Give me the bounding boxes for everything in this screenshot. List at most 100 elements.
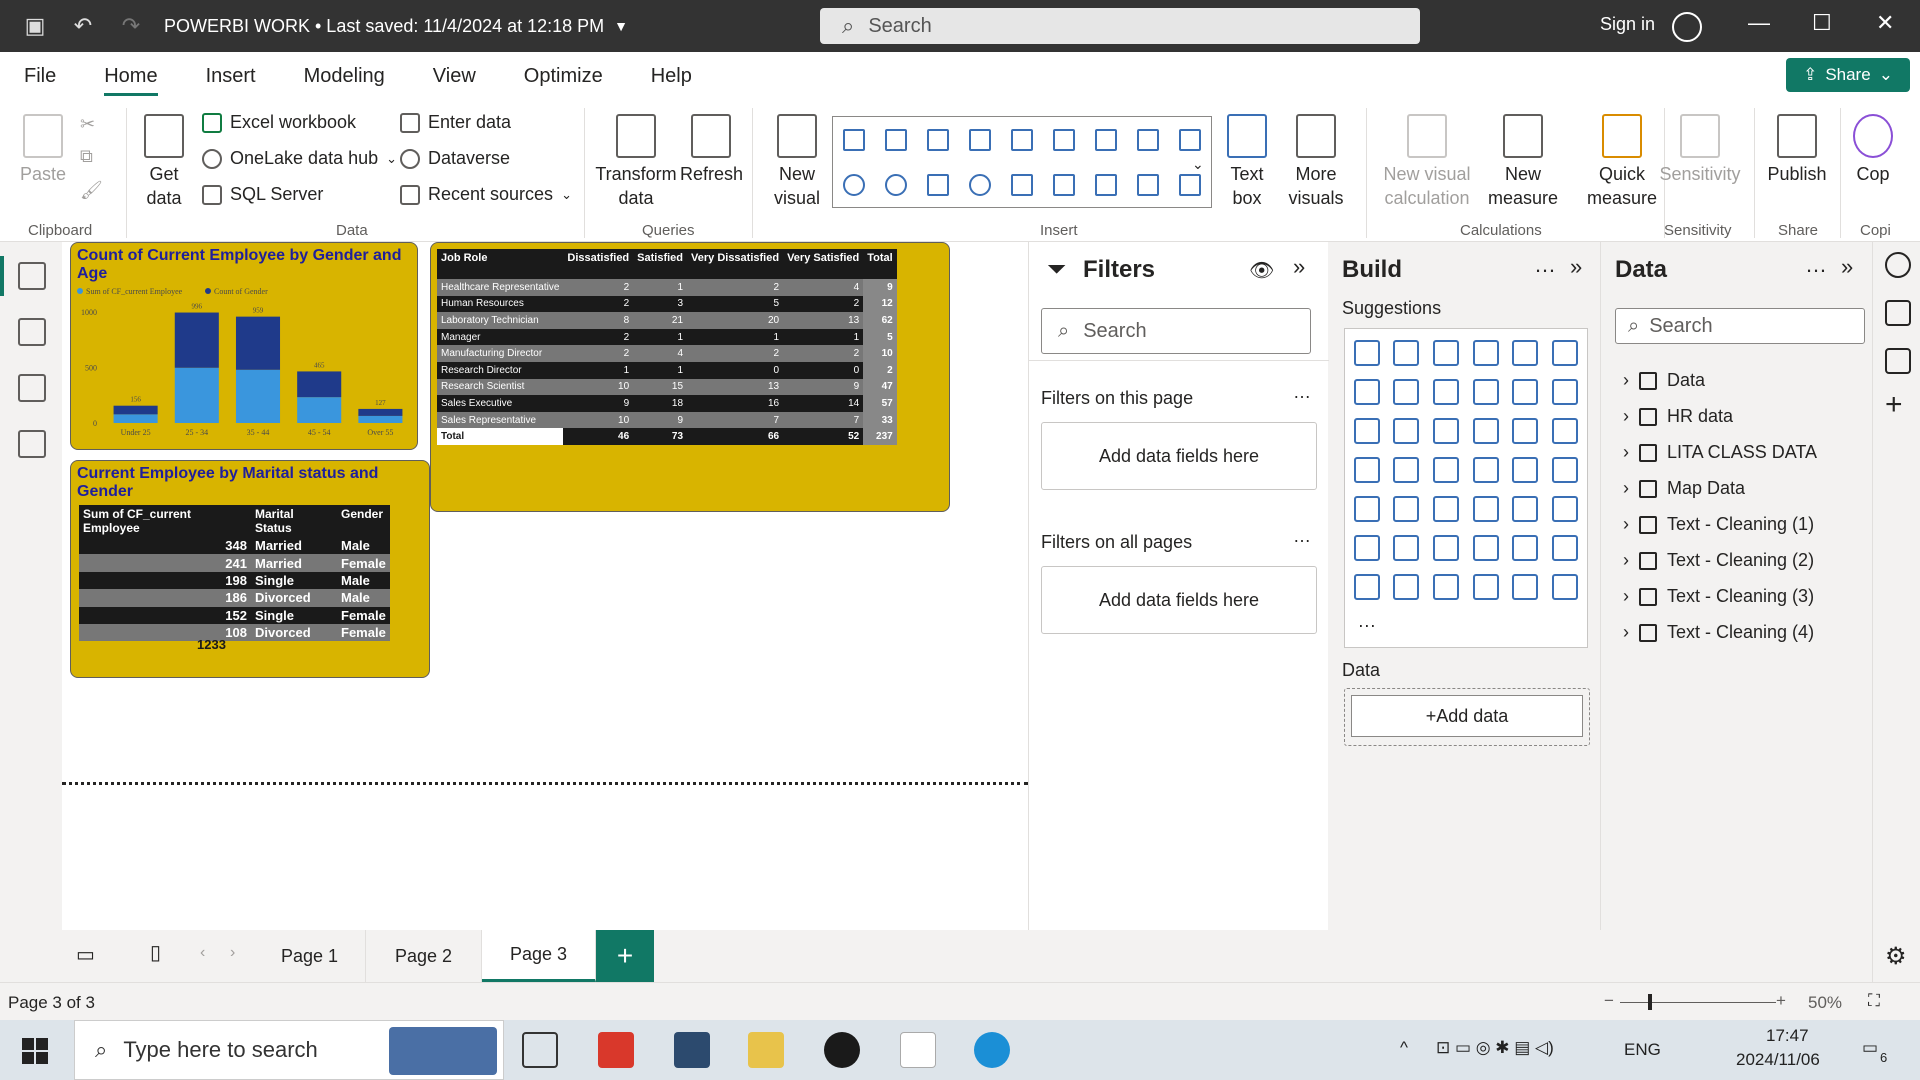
windows-start-icon[interactable] — [22, 1038, 48, 1064]
arcgis-icon[interactable] — [1472, 573, 1499, 600]
power-apps-icon[interactable] — [1393, 573, 1420, 600]
diamond-icon[interactable] — [1512, 573, 1539, 600]
page-tab-1[interactable]: Page 1 — [254, 930, 366, 982]
matrix-column-header[interactable]: Very Satisfied — [783, 249, 864, 279]
dax-query-view-icon[interactable] — [18, 430, 46, 458]
funnel-icon[interactable] — [1433, 417, 1460, 444]
paginated-report-icon[interactable] — [1353, 573, 1380, 600]
chevron-right-icon[interactable]: › — [1623, 478, 1629, 499]
r-script-icon[interactable] — [1552, 495, 1579, 522]
data-table-item[interactable]: › Text - Cleaning (1) — [1623, 514, 1814, 535]
tab-view[interactable]: View — [409, 52, 500, 100]
sql-server-button[interactable]: SQL Server — [202, 184, 323, 205]
close-icon[interactable]: ✕ — [1876, 10, 1894, 36]
collapse-pane-icon[interactable]: » — [1293, 254, 1305, 280]
data-search-input[interactable]: ⌕ Search — [1615, 308, 1865, 344]
stacked-column-icon[interactable] — [885, 128, 907, 151]
taskbar-search-input[interactable]: ⌕ Type here to search — [74, 1020, 504, 1080]
matrix-column-header[interactable]: Very Dissatisfied — [687, 249, 784, 279]
donut-chart-icon[interactable] — [1552, 417, 1579, 444]
recent-sources-button[interactable]: Recent sources ⌄ — [400, 184, 572, 205]
stacked-area-icon[interactable] — [1433, 378, 1460, 405]
format-painter-icon[interactable]: 🖌 — [80, 180, 103, 201]
page-tab-3[interactable]: Page 3 — [482, 930, 596, 982]
card-icon[interactable] — [1552, 456, 1579, 483]
model-view-icon[interactable] — [18, 374, 46, 402]
tab-insert[interactable]: Insert — [182, 52, 280, 100]
power-automate-icon[interactable] — [1433, 573, 1460, 600]
tab-modeling[interactable]: Modeling — [280, 52, 409, 100]
paste-button[interactable]: Paste — [20, 114, 66, 186]
chevron-right-icon[interactable]: › — [1623, 550, 1629, 571]
matrix-row[interactable]: Manufacturing Director 2 4 2 2 10 — [437, 345, 897, 362]
matrix-column-header[interactable]: Job Role — [437, 249, 564, 279]
new-measure-button[interactable]: New measure — [1478, 114, 1568, 210]
decomposition-tree-icon[interactable] — [1433, 534, 1460, 561]
desktop-layout-icon[interactable]: ▭ — [76, 942, 95, 967]
file-icon[interactable] — [900, 1032, 936, 1068]
sign-in-link[interactable]: Sign in — [1600, 14, 1655, 35]
settings-icon[interactable]: ⚙ — [1885, 942, 1907, 971]
matrix-column-header[interactable]: Total — [863, 249, 897, 279]
funnel-icon[interactable] — [1179, 128, 1201, 151]
task-view-icon[interactable] — [522, 1032, 558, 1068]
matrix-row[interactable]: Healthcare Representative 2 1 2 4 9 — [437, 279, 897, 296]
chevron-right-icon[interactable]: › — [1623, 514, 1629, 535]
all-pages-filter-drop-zone[interactable]: Add data fields here — [1041, 566, 1317, 634]
new-visual-calculation-button[interactable]: New visual calculation — [1378, 114, 1476, 210]
table-row[interactable]: 186 Divorced Male — [79, 589, 390, 607]
onelake-data-hub-button[interactable]: OneLake data hub ⌄ — [202, 148, 397, 169]
table-visual-icon[interactable] — [1472, 495, 1499, 522]
language-indicator[interactable]: ENG — [1624, 1040, 1661, 1060]
matrix-row[interactable]: Sales Executive 9 18 16 14 57 — [437, 395, 897, 412]
ribbon-chart-icon[interactable] — [1472, 378, 1499, 405]
clustered-column-icon[interactable] — [969, 128, 991, 151]
area-chart-icon[interactable] — [1393, 378, 1420, 405]
user-avatar-icon[interactable] — [1672, 12, 1702, 42]
page-filter-drop-zone[interactable]: Add data fields here — [1041, 422, 1317, 490]
scroll-left-icon[interactable]: ‹ — [200, 944, 205, 962]
text-box-button[interactable]: Text box — [1222, 114, 1272, 210]
chevron-right-icon[interactable]: › — [1623, 442, 1629, 463]
table-column-header[interactable]: Marital Status — [251, 505, 337, 537]
matrix-row[interactable]: Human Resources 2 3 5 2 12 — [437, 295, 897, 313]
multi-row-card-icon[interactable] — [1353, 495, 1380, 522]
chevron-right-icon[interactable]: › — [1623, 406, 1629, 427]
chevron-right-icon[interactable]: › — [1623, 586, 1629, 607]
add-data-button[interactable]: +Add data — [1351, 695, 1583, 737]
eye-icon[interactable]: 👁 — [1249, 258, 1274, 283]
app-icon-blue[interactable] — [674, 1032, 710, 1068]
scroll-right-icon[interactable]: › — [230, 944, 235, 962]
slicer-icon[interactable] — [1433, 495, 1460, 522]
treemap-icon[interactable] — [927, 173, 949, 196]
search-input[interactable]: ⌕ Search — [820, 8, 1420, 44]
app-icon-red[interactable] — [598, 1032, 634, 1068]
add-pane-icon[interactable]: + — [1885, 388, 1903, 422]
scatter-icon[interactable] — [1472, 417, 1499, 444]
more-options-icon[interactable]: … — [1293, 526, 1311, 547]
matrix-row[interactable]: Research Director 1 1 0 0 2 — [437, 361, 897, 379]
get-data-button[interactable]: Get data — [136, 114, 192, 210]
line-chart-icon[interactable] — [1353, 378, 1380, 405]
share-button[interactable]: ⇪ Share ⌄ — [1786, 58, 1910, 92]
waterfall-icon[interactable] — [1393, 417, 1420, 444]
marital-table-visual[interactable]: Current Employee by Marital status and G… — [70, 460, 430, 678]
gauge-icon[interactable] — [1011, 173, 1033, 196]
new-visual-button[interactable]: New visual — [770, 114, 824, 210]
copy-icon[interactable]: ⧉ — [80, 146, 93, 167]
table-view-icon[interactable] — [18, 318, 46, 346]
line-stacked-column-icon[interactable] — [1552, 378, 1579, 405]
data-table-item[interactable]: › HR data — [1623, 406, 1733, 427]
github-icon[interactable] — [824, 1032, 860, 1068]
qa-icon[interactable] — [1472, 534, 1499, 561]
minimize-icon[interactable]: — — [1748, 10, 1770, 36]
table-row[interactable]: 348 Married Male — [79, 537, 390, 555]
more-visuals-button[interactable]: More visuals — [1278, 114, 1354, 210]
app-icon-yellow[interactable] — [748, 1032, 784, 1068]
multi-row-card-icon[interactable] — [1095, 173, 1117, 196]
more-options-icon[interactable]: ··· — [1358, 615, 1376, 636]
build-pane-icon[interactable] — [1885, 300, 1911, 326]
document-title[interactable]: POWERBI WORK • Last saved: 11/4/2024 at … — [164, 16, 604, 37]
metrics-icon[interactable] — [1552, 534, 1579, 561]
stacked-bar-100-icon[interactable] — [1011, 128, 1033, 151]
